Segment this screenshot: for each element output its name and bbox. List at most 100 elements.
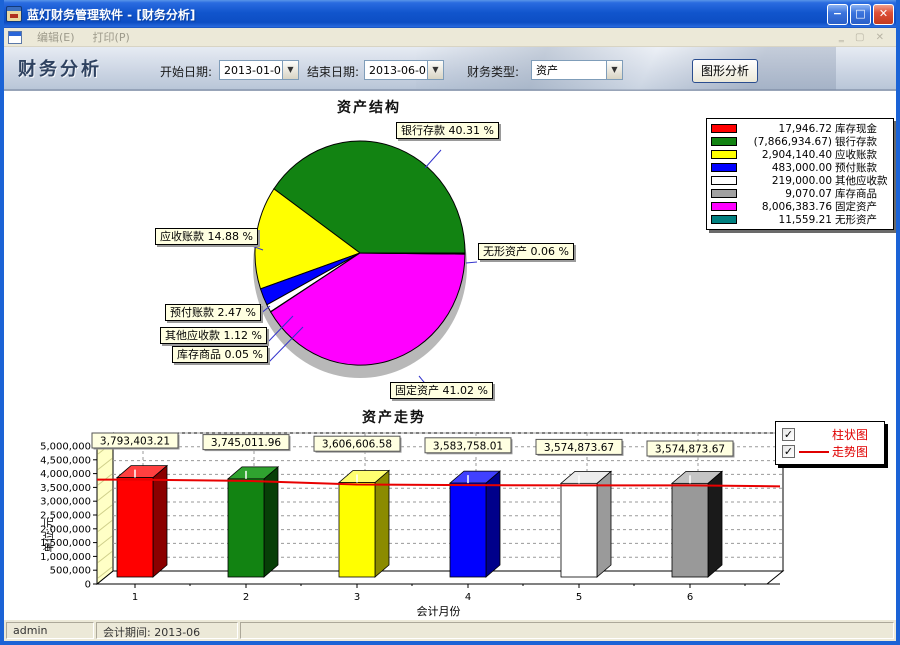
bar-column-2 <box>228 479 264 577</box>
callout-line <box>466 262 477 263</box>
maximize-button[interactable]: □ <box>850 4 871 25</box>
finance-type-value: 资产 <box>532 62 606 78</box>
y-tick-label: 1,000,000 <box>40 552 91 563</box>
x-tick-label: 6 <box>687 592 693 603</box>
x-tick-label: 5 <box>576 592 582 603</box>
chevron-down-icon[interactable]: ▼ <box>606 61 622 79</box>
legend-amount: (7,866,934.67) <box>740 136 832 148</box>
y-tick-label: 4,500,000 <box>40 455 91 466</box>
minimize-button[interactable]: − <box>827 4 848 25</box>
bar-column-3 <box>339 483 375 577</box>
chevron-down-icon[interactable]: ▼ <box>427 61 443 79</box>
legend-amount: 11,559.21 <box>740 214 832 226</box>
value-label: 3,606,606.58 <box>322 439 392 451</box>
bar-legend-label: 走势图 <box>832 443 868 460</box>
mdi-child-icon[interactable] <box>8 31 22 44</box>
legend-color-swatch <box>711 150 737 159</box>
value-label: 3,745,011.96 <box>211 437 281 449</box>
pie-legend: 17,946.72库存现金(7,866,934.67)银行存款2,904,140… <box>706 118 894 230</box>
value-label: 3,793,403.21 <box>100 436 170 448</box>
pie-label-无形资产: 无形资产 0.06 % <box>478 243 574 260</box>
status-bar: admin 会计期间: 2013-06 <box>4 619 896 641</box>
trend-line-icon <box>799 451 829 453</box>
bar-column-1 <box>117 478 153 577</box>
legend-name: 无形资产 <box>835 212 877 227</box>
chart-client-area: 资产结构 银行存款 40.31 %应收账款 14.88 %预付账款 2.47 %… <box>4 90 896 619</box>
legend-amount: 2,904,140.40 <box>740 149 832 161</box>
legend-color-swatch <box>711 215 737 224</box>
y-axis-title: 单位:元 <box>42 517 55 553</box>
bar-chart: 0500,0001,000,0001,500,0002,000,0002,500… <box>40 425 788 620</box>
legend-color-swatch <box>711 202 737 211</box>
graph-analyze-button[interactable]: 图形分析 <box>692 59 758 83</box>
pie-label-其他应收款: 其他应收款 1.12 % <box>160 327 267 344</box>
value-label: 3,583,758.01 <box>433 440 503 452</box>
pie-slice-1 <box>360 253 465 254</box>
bar-chart-title: 资产走势 <box>4 407 784 427</box>
header-banner: 财务分析 开始日期: 2013-01-01 ▼ 结束日期: 2013-06-01… <box>4 47 896 90</box>
legend-amount: 9,070.07 <box>740 188 832 200</box>
legend-amount: 17,946.72 <box>740 123 832 135</box>
legend-color-swatch <box>711 137 737 146</box>
y-tick-label: 3,500,000 <box>40 483 91 494</box>
bar-column-6 <box>672 483 708 577</box>
page-title: 财务分析 <box>18 55 102 81</box>
x-tick-label: 4 <box>465 592 471 603</box>
end-date-value: 2013-06-01 <box>365 64 427 77</box>
pie-label-固定资产: 固定资产 41.02 % <box>390 382 493 399</box>
bar-column-5 <box>561 483 597 577</box>
checkbox[interactable]: ✓ <box>782 428 795 441</box>
mdi-window-controls[interactable]: ‗ ▢ ✕ <box>839 32 888 43</box>
end-date-combo[interactable]: 2013-06-01 ▼ <box>364 60 444 80</box>
bar-legend-item: ✓ 柱状图 <box>782 426 878 443</box>
y-tick-label: 3,000,000 <box>40 497 91 508</box>
bar-side <box>153 466 167 577</box>
start-date-label: 开始日期: <box>160 63 212 80</box>
bar-legend-item: ✓ 走势图 <box>782 443 878 460</box>
title-bar: 蓝灯财务管理软件 - [财务分析] − □ ✕ <box>0 0 900 28</box>
bar-side <box>264 467 278 577</box>
bar-side <box>597 471 611 577</box>
bar-side <box>708 471 722 577</box>
legend-amount: 483,000.00 <box>740 162 832 174</box>
end-date-label: 结束日期: <box>307 63 359 80</box>
bar-column-4 <box>450 483 486 577</box>
y-tick-label: 4,000,000 <box>40 469 91 480</box>
x-tick-label: 3 <box>354 592 360 603</box>
pie-label-库存商品: 库存商品 0.05 % <box>172 346 268 363</box>
x-tick-label: 2 <box>243 592 249 603</box>
legend-color-swatch <box>711 189 737 198</box>
legend-item: 11,559.21无形资产 <box>711 213 889 226</box>
x-axis-title: 会计月份 <box>417 605 461 618</box>
application-window: 蓝灯财务管理软件 - [财务分析] − □ ✕ 编辑(E) 打印(P) ‗ ▢ … <box>0 0 900 645</box>
pie-label-预付账款: 预付账款 2.47 % <box>165 304 261 321</box>
start-date-combo[interactable]: 2013-01-01 ▼ <box>219 60 299 80</box>
pie-label-银行存款: 银行存款 40.31 % <box>396 122 499 139</box>
chevron-down-icon[interactable]: ▼ <box>282 61 298 79</box>
callout-line <box>425 150 441 168</box>
bar-legend-label: 柱状图 <box>832 426 868 443</box>
app-icon <box>6 6 22 22</box>
legend-color-swatch <box>711 124 737 133</box>
legend-amount: 219,000.00 <box>740 175 832 187</box>
legend-color-swatch <box>711 163 737 172</box>
bar-side <box>375 471 389 577</box>
status-user: admin <box>6 622 94 639</box>
x-tick-label: 1 <box>132 592 138 603</box>
y-tick-label: 500,000 <box>50 566 91 577</box>
menu-print[interactable]: 打印(P) <box>84 27 139 47</box>
pie-label-应收账款: 应收账款 14.88 % <box>155 228 258 245</box>
finance-type-combo[interactable]: 资产 ▼ <box>531 60 623 80</box>
legend-color-swatch <box>711 176 737 185</box>
legend-amount: 8,006,383.76 <box>740 201 832 213</box>
y-tick-label: 5,000,000 <box>40 442 91 453</box>
value-label: 3,574,873.67 <box>655 444 725 456</box>
close-button[interactable]: ✕ <box>873 4 894 25</box>
status-period: 会计期间: 2013-06 <box>96 622 238 639</box>
finance-type-label: 财务类型: <box>467 63 519 80</box>
status-empty <box>240 622 894 639</box>
checkbox[interactable]: ✓ <box>782 445 795 458</box>
y-tick-label: 0 <box>85 580 91 591</box>
window-title: 蓝灯财务管理软件 - [财务分析] <box>27 6 825 23</box>
menu-edit[interactable]: 编辑(E) <box>28 27 84 47</box>
